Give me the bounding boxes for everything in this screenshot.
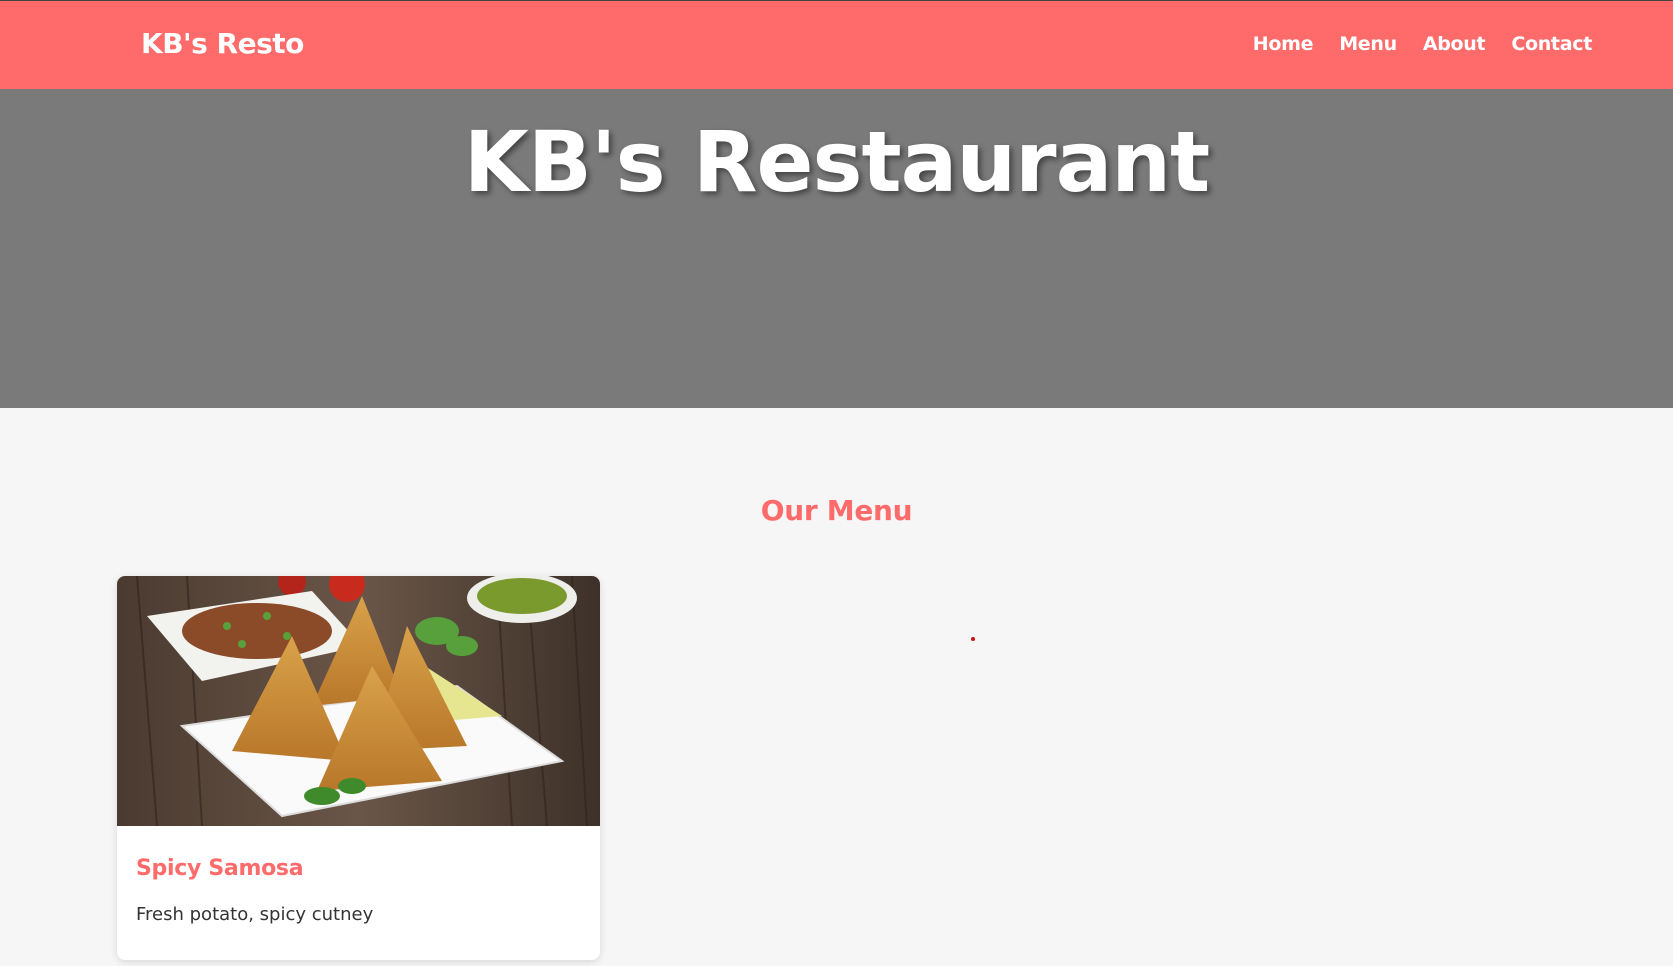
hero-title: KB's Restaurant [463,113,1210,211]
nav-links: Home Menu About Contact [1253,33,1593,55]
menu-section: Our Menu Spicy Samosa Fresh potato, spic… [0,408,1673,966]
navbar: KB's Resto Home Menu About Contact [0,0,1673,89]
nav-link-menu[interactable]: Menu [1339,33,1397,55]
samosa-photo [117,576,600,826]
menu-item-card[interactable]: Spicy Samosa Fresh potato, spicy cutney [117,576,600,960]
stray-dot [971,637,975,641]
menu-item-description: Fresh potato, spicy cutney [136,904,374,925]
menu-section-title: Our Menu [760,494,913,527]
nav-link-home[interactable]: Home [1253,33,1314,55]
brand-logo[interactable]: KB's Resto [141,27,304,60]
nav-link-contact[interactable]: Contact [1511,33,1592,55]
hero-banner: KB's Restaurant [0,89,1673,408]
nav-link-about[interactable]: About [1423,33,1486,55]
menu-item-name: Spicy Samosa [136,856,304,881]
